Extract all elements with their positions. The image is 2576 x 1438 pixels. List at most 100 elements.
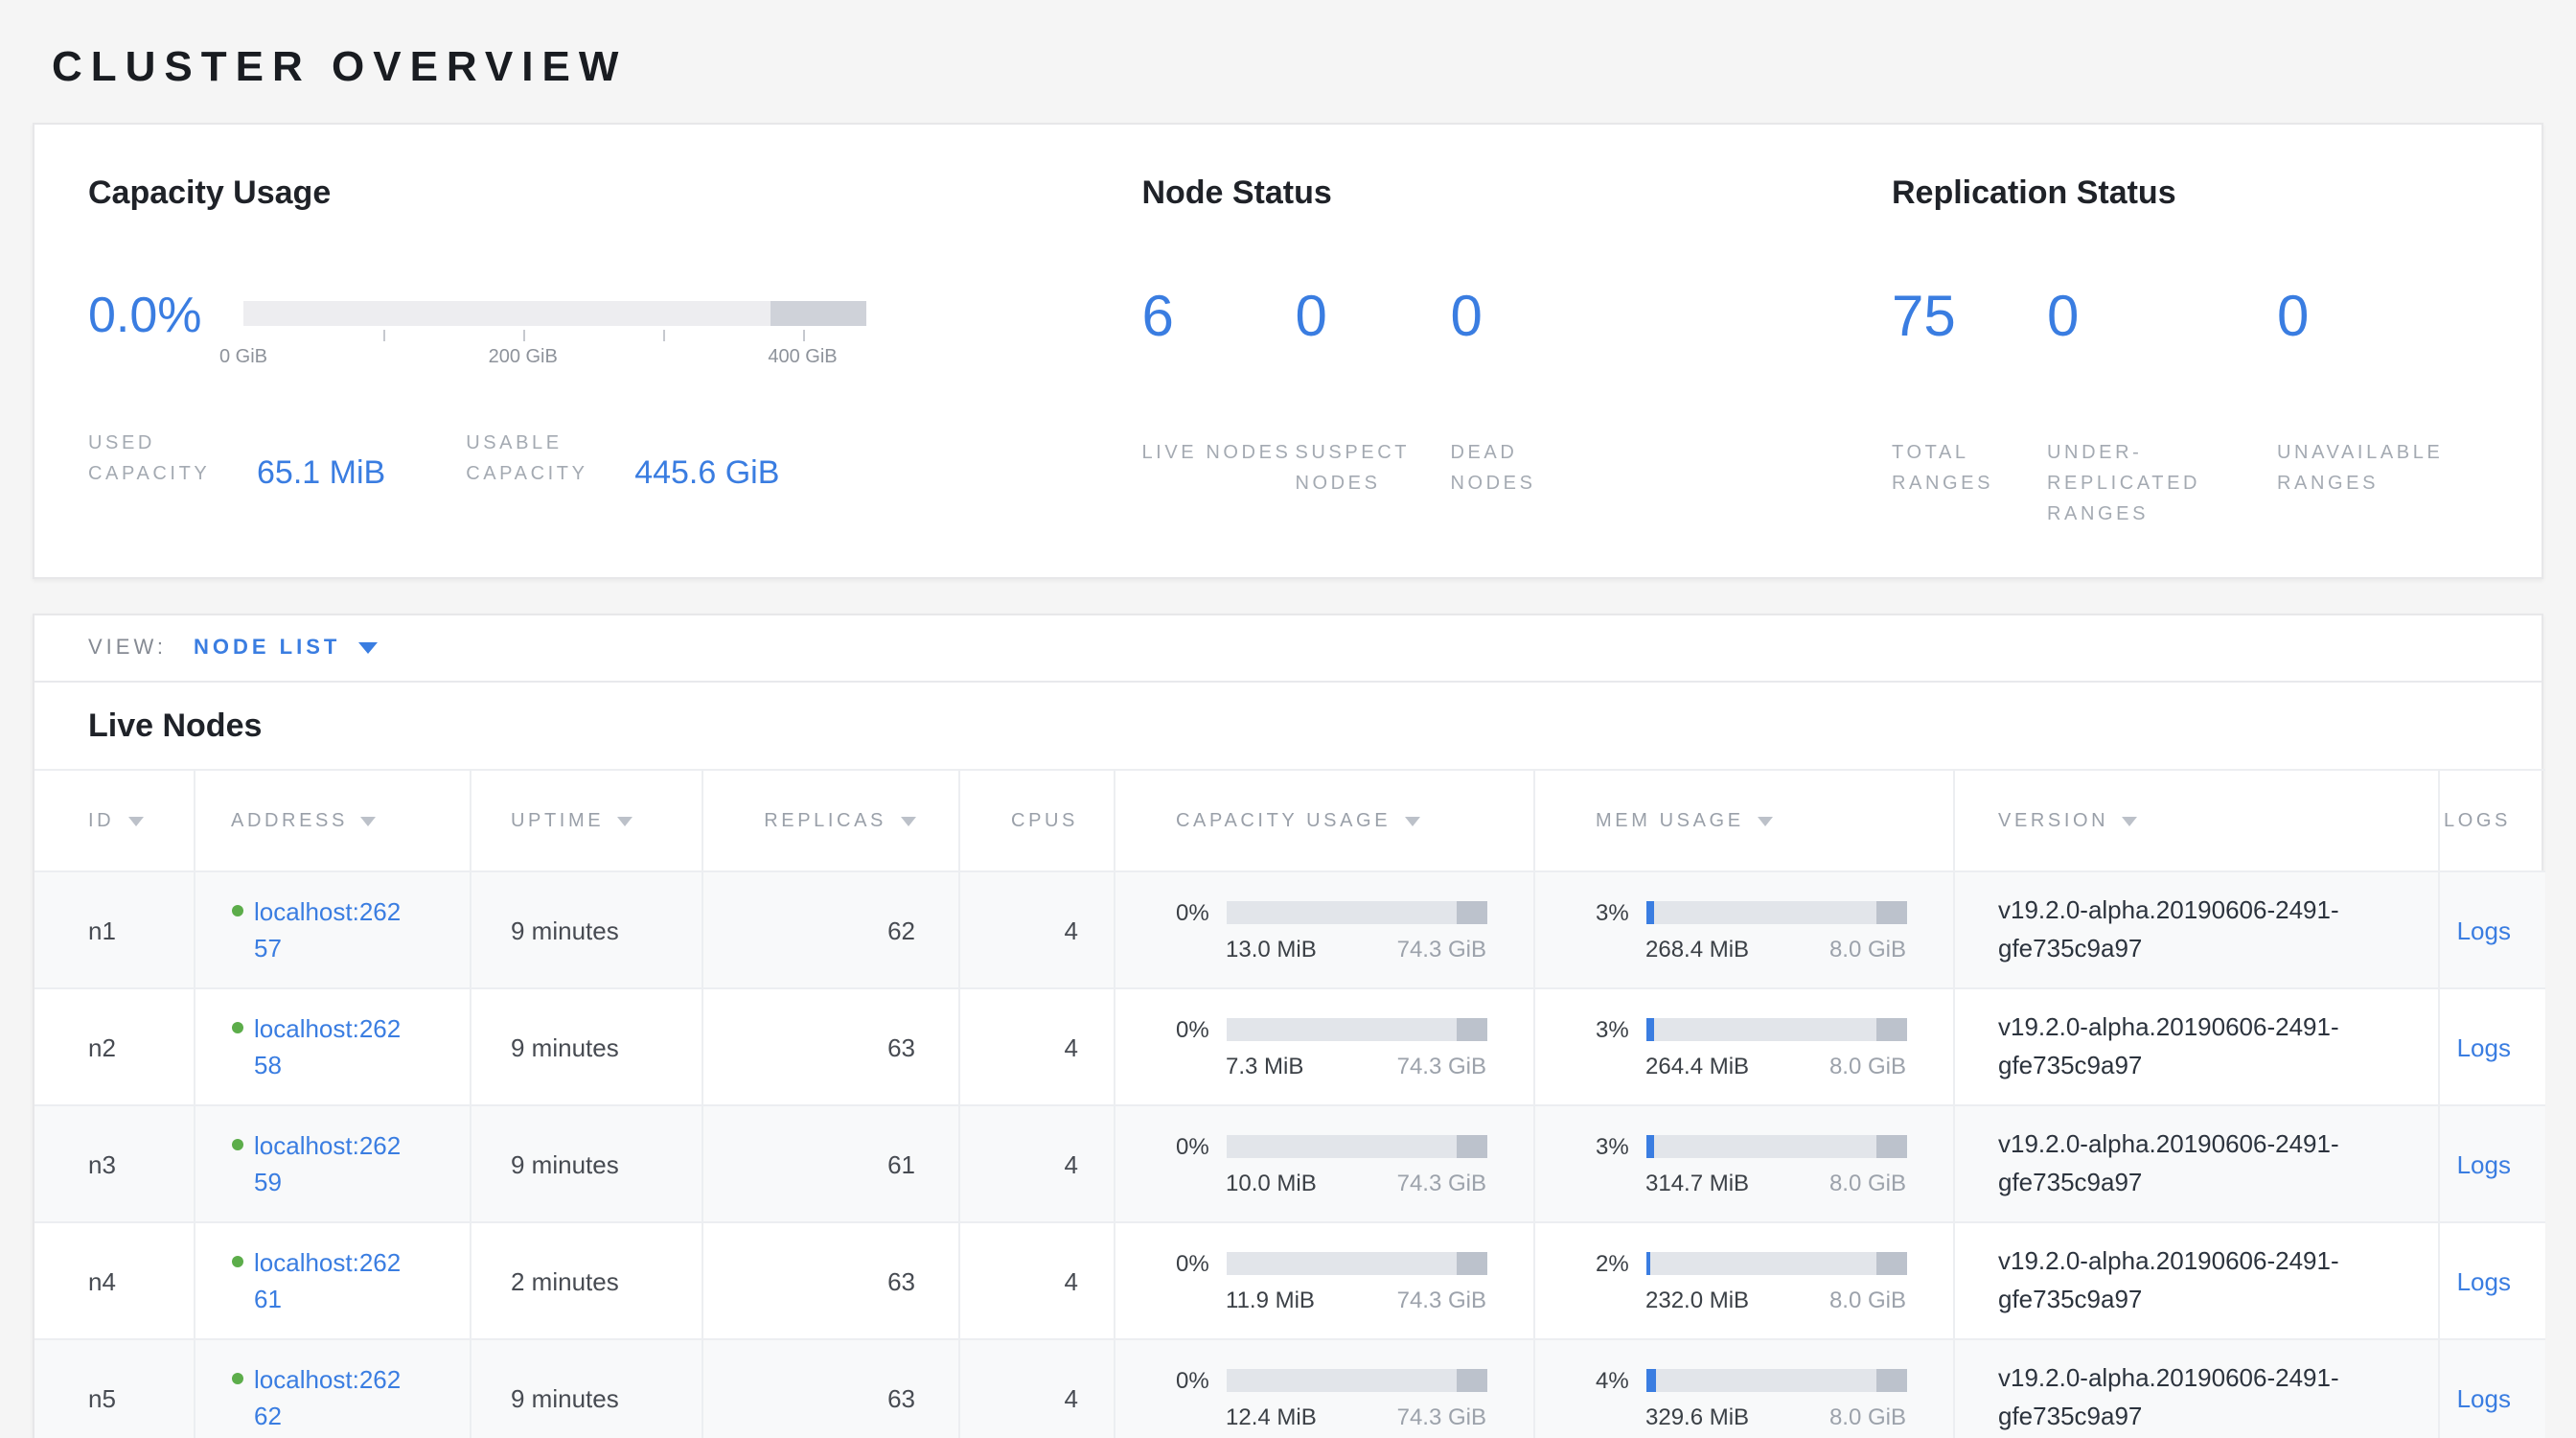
capacity-used-value: 11.9 MiB xyxy=(1226,1286,1315,1312)
unavailable-ranges-count: 0 xyxy=(2277,290,2488,347)
mem-percent: 4% xyxy=(1596,1366,1638,1393)
node-address-link[interactable]: localhost:26262 xyxy=(254,1361,411,1434)
sort-desc-icon xyxy=(1758,816,1773,825)
node-logs-cell: Logs xyxy=(2438,1105,2545,1222)
node-uptime-cell: 2 minutes xyxy=(470,1222,702,1339)
capacity-used-value: 12.4 MiB xyxy=(1226,1403,1317,1429)
node-mem-cell: 4% 329.6 MiB 8.0 GiB xyxy=(1533,1339,1953,1438)
column-header-version[interactable]: VERSION xyxy=(1953,770,2438,871)
node-logs-link[interactable]: Logs xyxy=(2457,1149,2511,1178)
sort-desc-icon xyxy=(617,816,632,825)
capacity-axis-ticks xyxy=(243,330,866,343)
capacity-used-percent: 0.0% xyxy=(88,290,243,339)
column-header-capacity-usage[interactable]: CAPACITY USAGE xyxy=(1114,770,1533,871)
capacity-bar-remainder xyxy=(770,301,866,326)
sort-desc-icon xyxy=(1404,816,1419,825)
node-version-text: v19.2.0-alpha.20190606-2491-gfe735c9a97 xyxy=(1998,1363,2339,1430)
view-selector-dropdown[interactable]: NODE LIST xyxy=(194,637,377,660)
node-logs-cell: Logs xyxy=(2438,1339,2545,1438)
mem-usage-bar-cap xyxy=(1875,1251,1906,1274)
node-logs-cell: Logs xyxy=(2438,1222,2545,1339)
node-address-cell: localhost:26259 xyxy=(194,1105,470,1222)
node-address-link[interactable]: localhost:26261 xyxy=(254,1244,411,1317)
capacity-bar-chart: 0 GiB 200 GiB 400 GiB xyxy=(243,290,866,372)
node-cpus-cell: 4 xyxy=(958,1222,1114,1339)
node-live-dot-icon xyxy=(231,1373,242,1384)
mem-total-value: 8.0 GiB xyxy=(1829,935,1906,962)
node-address-cell: localhost:26257 xyxy=(194,871,470,988)
mem-percent: 3% xyxy=(1596,1132,1638,1159)
mem-usage-bar xyxy=(1645,1368,1906,1391)
mem-used-value: 314.7 MiB xyxy=(1645,1169,1749,1195)
node-address-link[interactable]: localhost:26259 xyxy=(254,1127,411,1200)
used-capacity-stat: USED CAPACITY 65.1 MiB xyxy=(88,429,385,491)
capacity-usage-bar-cap xyxy=(1456,1251,1486,1274)
node-mem-cell: 3% 264.4 MiB 8.0 GiB xyxy=(1533,988,1953,1105)
node-cpus-cell: 4 xyxy=(958,871,1114,988)
mem-usage-bar-cap xyxy=(1875,1017,1906,1040)
mem-total-value: 8.0 GiB xyxy=(1829,1052,1906,1078)
total-ranges-label: TOTAL RANGES xyxy=(1892,439,2047,500)
node-status-title: Node Status xyxy=(1141,174,1892,213)
node-status-section: Node Status 6 LIVE NODES 0 SUSPECT NODES… xyxy=(1141,174,1892,531)
node-uptime-cell: 9 minutes xyxy=(470,1105,702,1222)
sort-desc-icon xyxy=(127,816,143,825)
column-header-replicas[interactable]: REPLICAS xyxy=(702,770,958,871)
axis-label-400: 400 GiB xyxy=(768,347,837,368)
node-cpus-cell: 4 xyxy=(958,1105,1114,1222)
under-replicated-count: 0 xyxy=(2047,290,2277,347)
capacity-usage-bar xyxy=(1226,900,1486,923)
column-header-address[interactable]: ADDRESS xyxy=(194,770,470,871)
node-logs-link[interactable]: Logs xyxy=(2457,1383,2511,1412)
live-nodes-label: LIVE NODES xyxy=(1141,439,1295,470)
node-capacity-cell: 0% 10.0 MiB 74.3 GiB xyxy=(1114,1105,1533,1222)
mem-percent: 3% xyxy=(1596,1015,1638,1042)
node-address-link[interactable]: localhost:26257 xyxy=(254,893,411,966)
capacity-used-value: 10.0 MiB xyxy=(1226,1169,1317,1195)
live-nodes-count: 6 xyxy=(1141,290,1295,347)
capacity-usage-bar xyxy=(1226,1251,1486,1274)
sort-desc-icon xyxy=(900,816,915,825)
column-header-mem-usage[interactable]: MEM USAGE xyxy=(1533,770,1953,871)
node-id-cell: n4 xyxy=(34,1222,194,1339)
column-header-uptime[interactable]: UPTIME xyxy=(470,770,702,871)
mem-usage-bar xyxy=(1645,1134,1906,1157)
mem-used-value: 268.4 MiB xyxy=(1645,935,1749,962)
node-version-cell: v19.2.0-alpha.20190606-2491-gfe735c9a97 xyxy=(1953,988,2438,1105)
node-cpus-cell: 4 xyxy=(958,1339,1114,1438)
node-logs-link[interactable]: Logs xyxy=(2457,916,2511,944)
view-bar: VIEW: NODE LIST xyxy=(34,615,2542,683)
capacity-usage-bar xyxy=(1226,1368,1486,1391)
mem-usage-bar xyxy=(1645,1017,1906,1040)
node-capacity-cell: 0% 13.0 MiB 74.3 GiB xyxy=(1114,871,1533,988)
node-id-cell: n1 xyxy=(34,871,194,988)
mem-used-value: 232.0 MiB xyxy=(1645,1286,1749,1312)
view-label: VIEW: xyxy=(88,637,167,660)
node-logs-link[interactable]: Logs xyxy=(2457,1266,2511,1295)
table-row: n2 localhost:26258 9 minutes 63 4 0% 7.3… xyxy=(34,988,2545,1105)
used-capacity-value: 65.1 MiB xyxy=(257,456,385,491)
capacity-total-value: 74.3 GiB xyxy=(1397,935,1486,962)
suspect-nodes-metric: 0 SUSPECT NODES xyxy=(1295,290,1450,500)
capacity-percent: 0% xyxy=(1176,1366,1218,1393)
column-header-id[interactable]: ID xyxy=(34,770,194,871)
replication-status-title: Replication Status xyxy=(1892,174,2488,213)
node-live-dot-icon xyxy=(231,905,242,916)
node-address-cell: localhost:26258 xyxy=(194,988,470,1105)
mem-usage-fill xyxy=(1645,1251,1650,1274)
node-logs-link[interactable]: Logs xyxy=(2457,1032,2511,1061)
node-address-link[interactable]: localhost:26258 xyxy=(254,1010,411,1083)
suspect-nodes-count: 0 xyxy=(1295,290,1450,347)
axis-label-200: 200 GiB xyxy=(489,347,558,368)
node-mem-cell: 2% 232.0 MiB 8.0 GiB xyxy=(1533,1222,1953,1339)
capacity-percent: 0% xyxy=(1176,898,1218,925)
column-header-logs: LOGS xyxy=(2438,770,2545,871)
node-uptime-cell: 9 minutes xyxy=(470,871,702,988)
node-replicas-cell: 62 xyxy=(702,871,958,988)
mem-usage-fill xyxy=(1645,900,1653,923)
table-row: n5 localhost:26262 9 minutes 63 4 0% 12.… xyxy=(34,1339,2545,1438)
node-uptime-cell: 9 minutes xyxy=(470,1339,702,1438)
node-capacity-cell: 0% 11.9 MiB 74.3 GiB xyxy=(1114,1222,1533,1339)
mem-usage-fill xyxy=(1645,1017,1653,1040)
node-capacity-cell: 0% 12.4 MiB 74.3 GiB xyxy=(1114,1339,1533,1438)
